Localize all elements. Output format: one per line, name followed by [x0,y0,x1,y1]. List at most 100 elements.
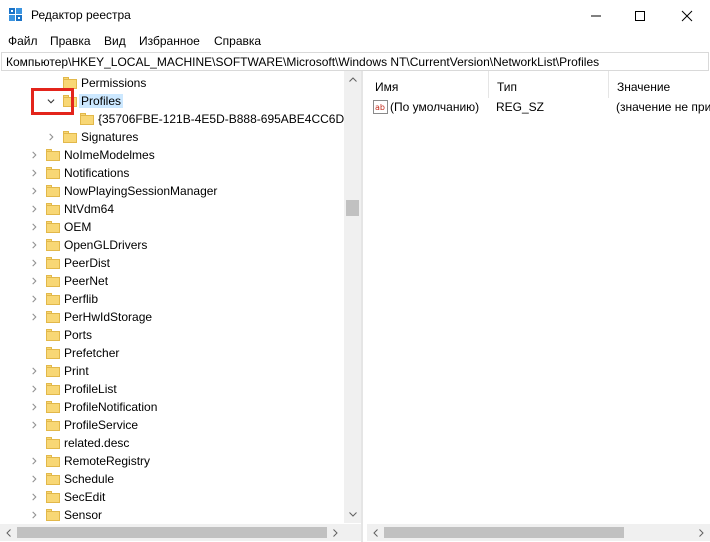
address-path: Компьютер\HKEY_LOCAL_MACHINE\SOFTWARE\Mi… [6,55,600,69]
folder-icon [46,149,60,161]
tree-node[interactable]: PerHwIdStorage [0,308,344,326]
chevron-right-icon[interactable] [30,367,38,375]
chevron-right-icon[interactable] [30,313,38,321]
tree-node-label: Prefetcher [64,346,120,360]
chevron-right-icon [699,528,704,537]
tree-horizontal-scrollbar[interactable] [0,524,361,541]
scroll-down-arrow[interactable] [344,506,361,523]
chevron-right-icon[interactable] [30,205,38,213]
chevron-right-icon[interactable] [30,223,38,231]
chevron-right-icon[interactable] [30,277,38,285]
folder-icon [46,293,60,305]
folder-icon [63,131,77,143]
chevron-right-icon[interactable] [30,511,38,519]
chevron-right-icon[interactable] [30,187,38,195]
tree-node[interactable]: OpenGLDrivers [0,236,344,254]
tree-node[interactable]: related.desc [0,434,344,452]
tree-node[interactable]: NtVdm64 [0,200,344,218]
menu-file[interactable]: Файл [8,34,38,48]
chevron-right-icon[interactable] [30,421,38,429]
chevron-right-icon[interactable] [30,259,38,267]
tree-node[interactable]: NoImeModelmes [0,146,344,164]
tree-node[interactable]: ProfileNotification [0,398,344,416]
chevron-right-icon[interactable] [30,151,38,159]
chevron-left-icon [6,528,11,537]
tree-node-label: Perflib [64,292,99,306]
chevron-right-icon[interactable] [30,403,38,411]
chevron-right-icon[interactable] [30,385,38,393]
menu-bar: Файл Правка Вид Избранное Справка [0,31,710,51]
tree-vertical-scrollbar[interactable] [344,71,361,523]
folder-icon [46,509,60,521]
tree-node[interactable]: PeerDist [0,254,344,272]
tree-horizontal-scroll-thumb[interactable] [17,527,327,538]
values-horizontal-scroll-thumb[interactable] [384,527,624,538]
folder-icon [46,239,60,251]
tree-node[interactable]: Prefetcher [0,344,344,362]
value-row[interactable]: ab (По умолчанию) REG_SZ (значение не пр… [367,99,710,116]
chevron-right-icon[interactable] [30,241,38,249]
close-icon [681,10,693,21]
value-name: (По умолчанию) [390,100,480,114]
maximize-button[interactable] [617,0,663,31]
chevron-right-icon[interactable] [30,295,38,303]
maximize-icon [635,10,645,21]
scroll-right-arrow[interactable] [327,524,344,541]
values-scroll-right-arrow[interactable] [693,524,710,541]
scroll-up-arrow[interactable] [344,71,361,88]
tree-node[interactable]: Notifications [0,164,344,182]
column-header-type[interactable]: Тип [489,71,609,98]
chevron-right-icon[interactable] [30,493,38,501]
tree-node[interactable]: PeerNet [0,272,344,290]
chevron-left-icon [373,528,378,537]
tree-node[interactable]: ProfileService [0,416,344,434]
column-header-name[interactable]: Имя [367,71,489,98]
tree-node[interactable]: Schedule [0,470,344,488]
tree-node[interactable]: Ports [0,326,344,344]
tree-node-label: ProfileNotification [64,400,158,414]
tree-node[interactable]: Signatures [0,128,344,146]
tree-node-label: ProfileList [64,382,117,396]
tree-node[interactable]: Print [0,362,344,380]
scroll-left-arrow[interactable] [0,524,17,541]
address-bar[interactable]: Компьютер\HKEY_LOCAL_MACHINE\SOFTWARE\Mi… [1,52,709,71]
tree-node[interactable]: Sensor [0,506,344,524]
tree-node[interactable]: RemoteRegistry [0,452,344,470]
tree-node[interactable]: ProfileList [0,380,344,398]
tree-node[interactable]: OEM [0,218,344,236]
tree-node[interactable]: SecEdit [0,488,344,506]
column-header-data[interactable]: Значение [609,71,710,98]
menu-help[interactable]: Справка [214,34,261,48]
registry-tree: Permissions Profiles {35706FBE-121B-4E5D-B… [0,71,362,542]
folder-icon [46,257,60,269]
tree-node[interactable]: NowPlayingSessionManager [0,182,344,200]
menu-edit[interactable]: Правка [50,34,91,48]
chevron-right-icon[interactable] [30,169,38,177]
chevron-right-icon[interactable] [30,457,38,465]
tree-node-label: PerHwIdStorage [64,310,153,324]
chevron-right-icon[interactable] [47,133,55,141]
folder-icon [46,419,60,431]
tree-node-label: Ports [64,328,93,342]
menu-view[interactable]: Вид [104,34,126,48]
string-value-icon: ab [373,100,388,114]
folder-icon [46,401,60,413]
window-title: Редактор реестра [31,8,131,22]
menu-favorites[interactable]: Избранное [139,34,200,48]
values-scroll-left-arrow[interactable] [367,524,384,541]
folder-icon [46,167,60,179]
chevron-right-icon[interactable] [30,475,38,483]
folder-icon [46,311,60,323]
value-type: REG_SZ [496,100,545,114]
tree-node-label: related.desc [64,436,130,450]
tree-vertical-scroll-thumb[interactable] [346,200,359,216]
minimize-button[interactable] [573,0,619,31]
tree-node[interactable]: Perflib [0,290,344,308]
value-data: (значение не присвоено) [616,100,710,114]
minimize-icon [591,15,601,16]
values-horizontal-scrollbar[interactable] [367,524,710,541]
tree-node-label: Notifications [64,166,130,180]
close-button[interactable] [664,0,710,31]
values-list: Имя Тип Значение ab (По умолчанию) REG_S… [367,71,710,542]
tree-node-label: Sensor [64,508,103,522]
